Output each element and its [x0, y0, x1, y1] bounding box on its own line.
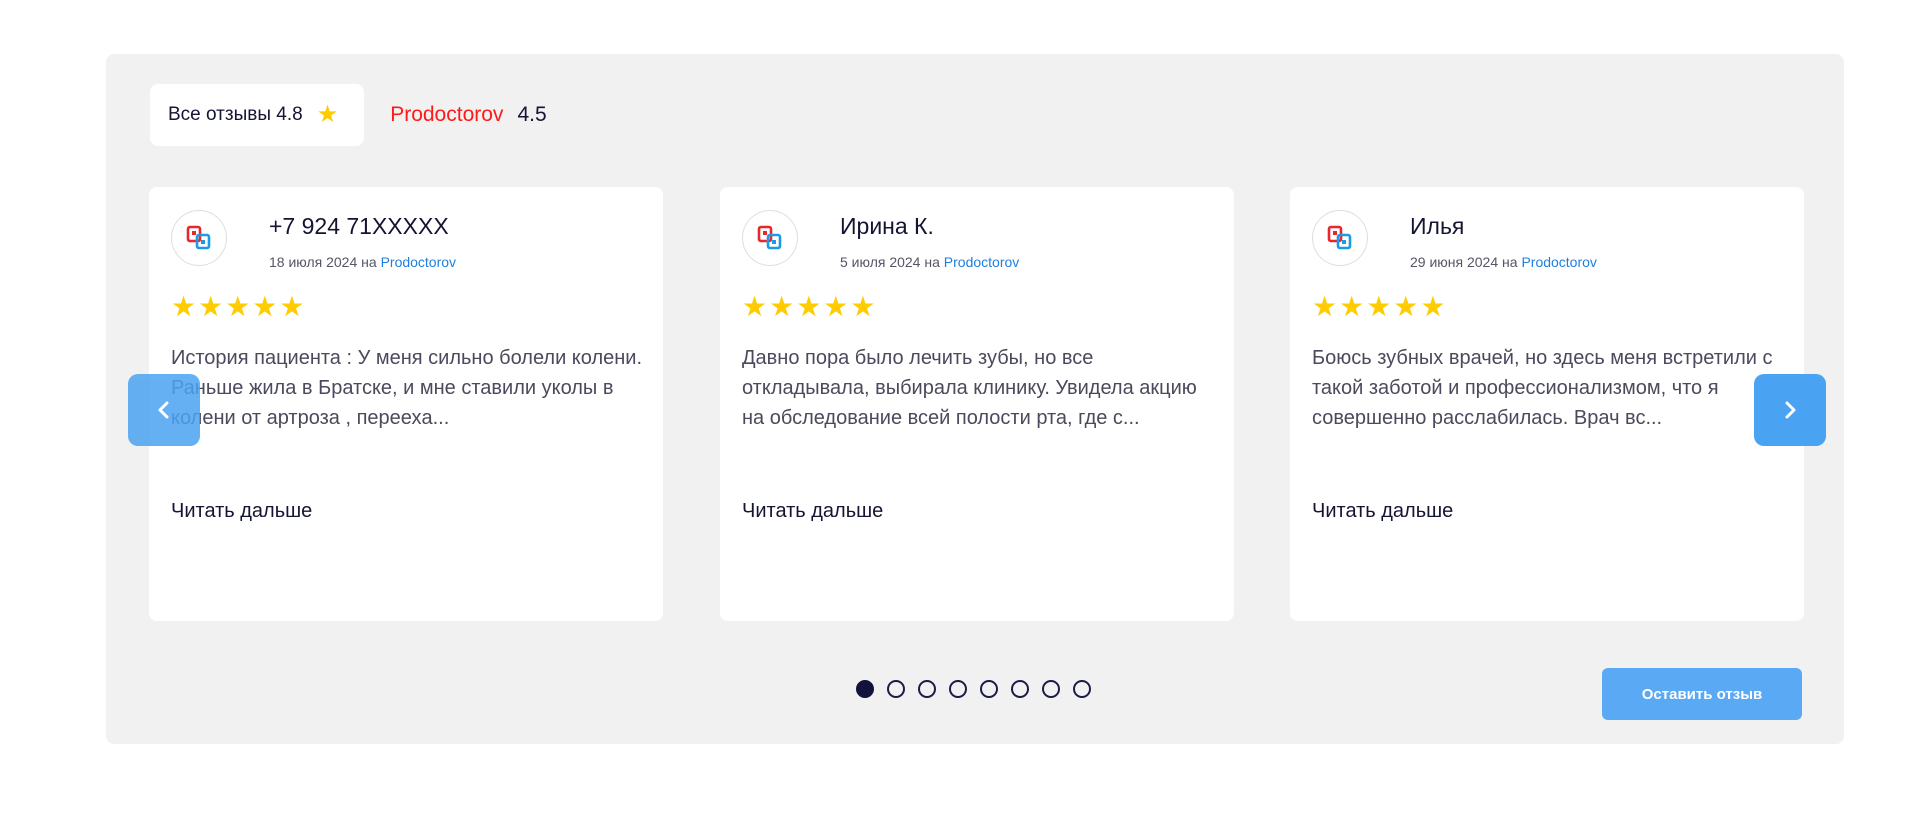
reviews-tabs: Все отзывы 4.8 ★ Prodoctorov 4.5	[150, 84, 547, 146]
read-more-link[interactable]: Читать дальше	[1312, 500, 1453, 523]
read-more-link[interactable]: Читать дальше	[742, 500, 883, 523]
review-source-link[interactable]: Prodoctorov	[381, 254, 456, 270]
review-date: 29 июня 2024 на	[1410, 254, 1518, 270]
review-author: +7 924 71XXXXX	[269, 213, 449, 239]
pagination-dot[interactable]	[1042, 680, 1060, 698]
prodoctorov-logo-icon	[742, 210, 798, 266]
pagination-dot[interactable]	[887, 680, 905, 698]
review-card: Илья 29 июня 2024 на Prodoctorov ★★★★★ Б…	[1290, 187, 1804, 621]
pagination-dot[interactable]	[918, 680, 936, 698]
pagination-dot[interactable]	[949, 680, 967, 698]
tab-all-reviews[interactable]: Все отзывы 4.8 ★	[150, 84, 365, 146]
pagination-dot[interactable]	[856, 680, 874, 698]
review-meta: 5 июля 2024 на Prodoctorov	[840, 254, 1019, 270]
review-text: История пациента : У меня сильно болели …	[171, 347, 643, 429]
prodoctorov-logo-icon	[1312, 210, 1368, 266]
pagination-dot[interactable]	[1073, 680, 1091, 698]
prodoctorov-logo-icon	[171, 210, 227, 266]
review-stars: ★★★★★	[171, 291, 307, 322]
carousel-next-button[interactable]	[1754, 374, 1826, 446]
read-more-link[interactable]: Читать дальше	[171, 500, 312, 523]
review-source-link[interactable]: Prodoctorov	[1521, 254, 1596, 270]
carousel-prev-button[interactable]	[128, 374, 200, 446]
review-author: Ирина К.	[840, 213, 934, 239]
chevron-right-icon	[1785, 401, 1796, 419]
tab-source-name: Prodoctorov	[390, 103, 504, 126]
reviews-widget: Все отзывы 4.8 ★ Prodoctorov 4.5 +7 924 …	[106, 54, 1844, 744]
review-stars: ★★★★★	[742, 291, 878, 322]
review-source-link[interactable]: Prodoctorov	[944, 254, 1019, 270]
review-card: Ирина К. 5 июля 2024 на Prodoctorov ★★★★…	[720, 187, 1234, 621]
star-icon: ★	[316, 101, 339, 128]
pagination-dot[interactable]	[1011, 680, 1029, 698]
review-date: 18 июля 2024 на	[269, 254, 377, 270]
review-text: Давно пора было лечить зубы, но все откл…	[742, 347, 1197, 429]
leave-review-button[interactable]: Оставить отзыв	[1602, 668, 1802, 720]
review-card: +7 924 71XXXXX 18 июля 2024 на Prodoctor…	[149, 187, 663, 621]
tab-prodoctorov[interactable]: Prodoctorov 4.5	[390, 103, 546, 127]
tab-source-rating: 4.5	[517, 103, 547, 126]
review-text: Боюсь зубных врачей, но здесь меня встре…	[1312, 347, 1773, 429]
carousel-pagination	[856, 680, 1091, 698]
chevron-left-icon	[158, 401, 169, 419]
review-author: Илья	[1410, 213, 1465, 239]
tab-all-reviews-label: Все отзывы 4.8	[168, 104, 303, 125]
pagination-dot[interactable]	[980, 680, 998, 698]
review-meta: 18 июля 2024 на Prodoctorov	[269, 254, 456, 270]
review-meta: 29 июня 2024 на Prodoctorov	[1410, 254, 1597, 270]
review-stars: ★★★★★	[1312, 291, 1448, 322]
review-date: 5 июля 2024 на	[840, 254, 940, 270]
